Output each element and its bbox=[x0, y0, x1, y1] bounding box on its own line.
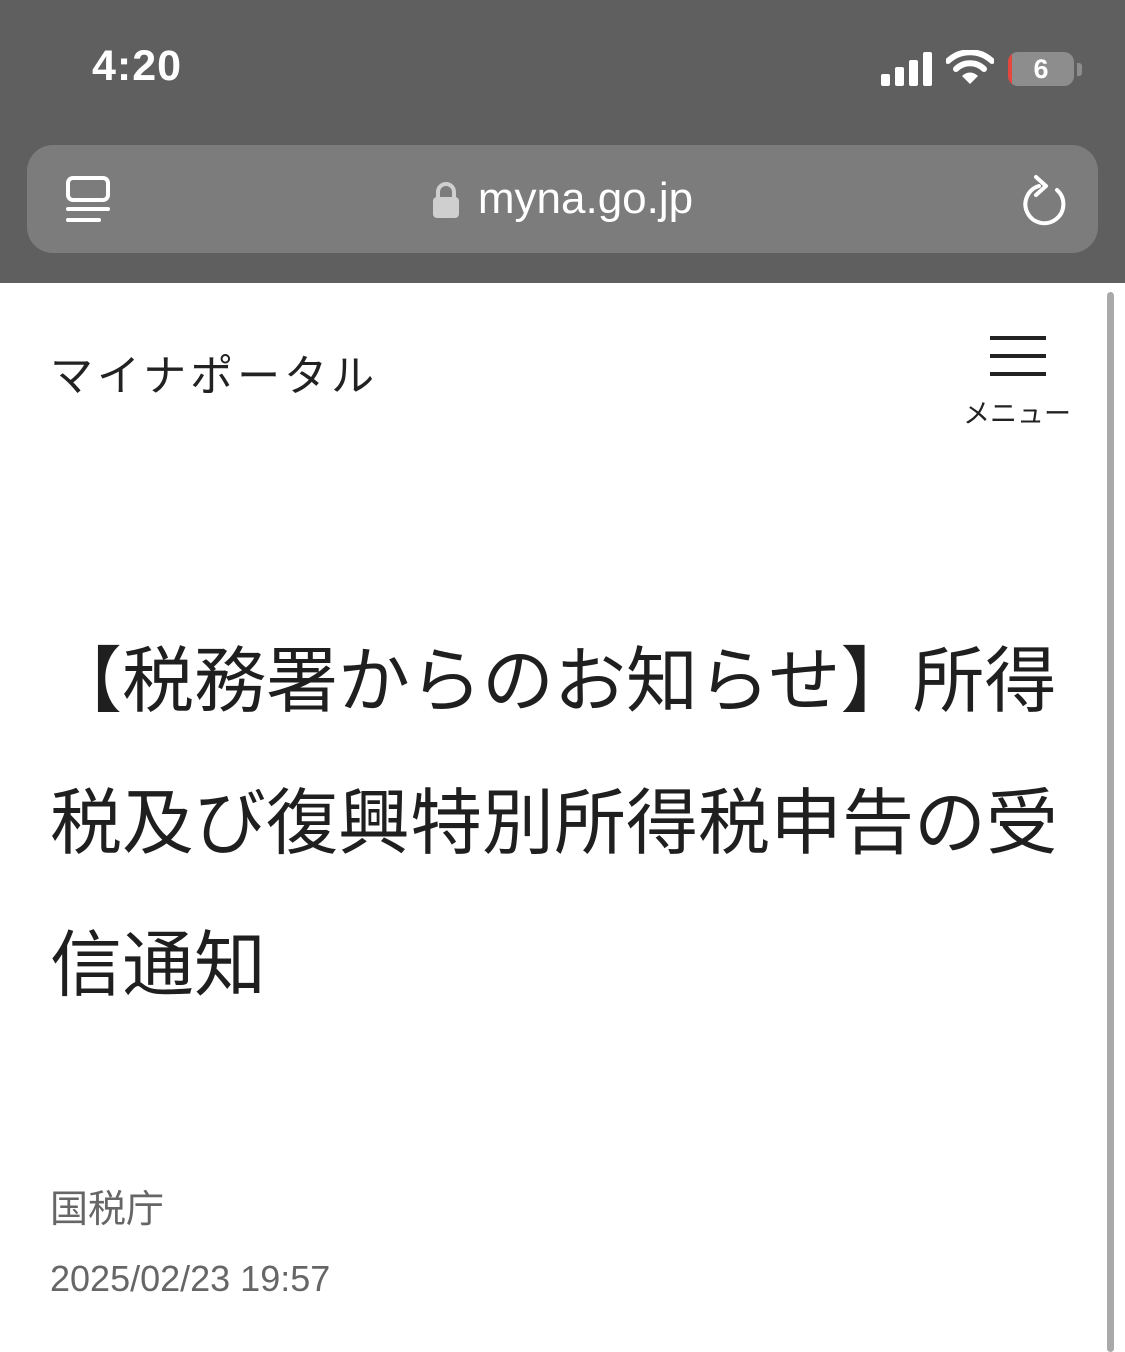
wifi-icon bbox=[946, 50, 994, 84]
article-date: 2025/02/23 19:57 bbox=[50, 1258, 331, 1299]
battery-cap bbox=[1077, 63, 1082, 76]
url-bar[interactable]: myna.go.jp bbox=[27, 145, 1098, 253]
browser-chrome: 4:20 6 myna.go.jp bbox=[0, 0, 1125, 283]
url-text: myna.go.jp bbox=[477, 174, 694, 223]
menu-button[interactable]: メニュー bbox=[952, 330, 1082, 430]
scrollbar[interactable] bbox=[1107, 292, 1114, 1352]
url-display[interactable]: myna.go.jp bbox=[27, 145, 1098, 253]
site-title[interactable]: マイナポータル bbox=[50, 342, 378, 404]
reload-icon[interactable] bbox=[1019, 173, 1069, 227]
lock-icon bbox=[432, 182, 459, 218]
status-time: 4:20 bbox=[92, 42, 183, 90]
signal-icon bbox=[881, 52, 932, 86]
battery-icon: 6 bbox=[1008, 52, 1074, 86]
hamburger-menu-icon bbox=[990, 336, 1046, 376]
article-source: 国税庁 bbox=[50, 1187, 165, 1231]
article-title: 【税務署からのお知らせ】所得税及び復興特別所得税申告の受信通知 bbox=[50, 639, 1059, 1007]
battery-level-text: 6 bbox=[1033, 54, 1049, 84]
menu-label: メニュー bbox=[963, 399, 1071, 430]
